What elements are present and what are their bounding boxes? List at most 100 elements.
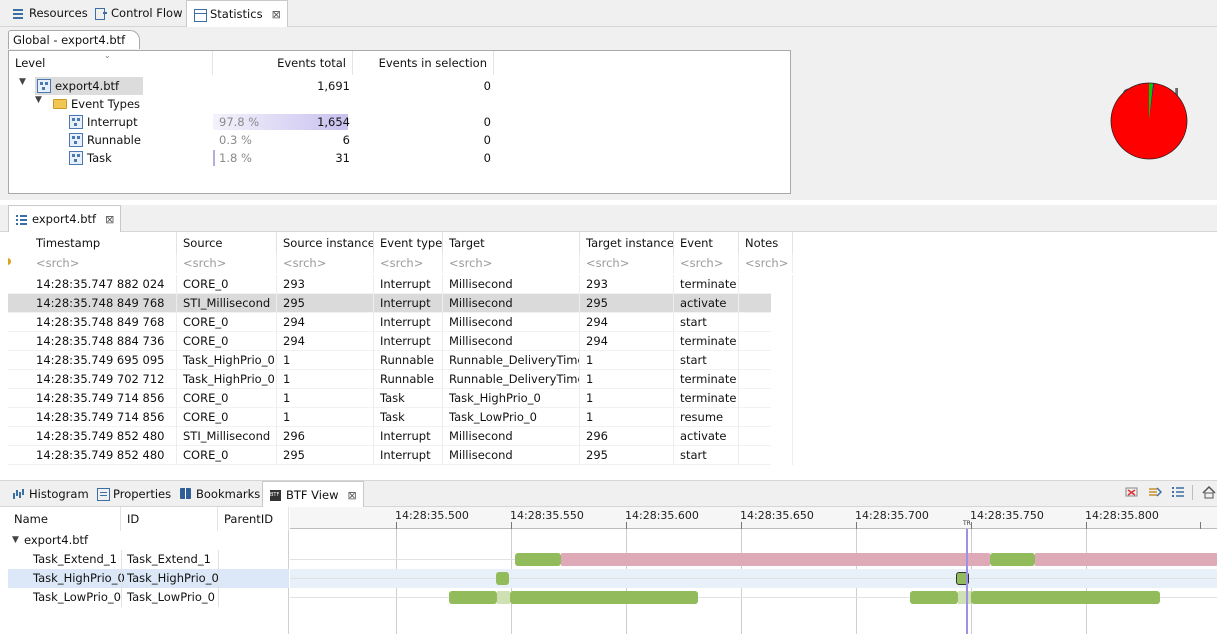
column-header-event-type[interactable]: Event type [374, 232, 443, 254]
table-cell-target: Task_HighPrio_0 [443, 389, 580, 408]
column-header-notes[interactable]: Notes [739, 232, 793, 254]
btf-entity-row[interactable]: Task_HighPrio_0 Task_HighPrio_0 [8, 569, 289, 588]
tab-events-table[interactable]: export4.btf ⊠ [8, 205, 122, 232]
stats-row-interrupt[interactable]: Interrupt 97.8 % 1,654 0 [9, 113, 790, 131]
column-header-events-total[interactable]: Events total [213, 51, 353, 75]
task-running-segment[interactable] [515, 553, 561, 566]
table-row[interactable]: 14:28:35.749 714 856 CORE_0 1 Task Task_High… [8, 389, 793, 408]
task-running-segment[interactable] [958, 591, 971, 604]
table-row[interactable]: 14:28:35.748 849 768 STI_Millisecond 295 In… [8, 294, 793, 313]
stats-row-task[interactable]: Task 1.8 % 31 0 [9, 149, 790, 167]
table-cell-target: Millisecond [443, 332, 580, 351]
table-cell-timestamp: 14:28:35.749 852 480 [30, 427, 177, 446]
column-header-name[interactable]: Name [8, 507, 121, 531]
tab-control-flow[interactable]: Control Flow [88, 0, 188, 26]
column-header-target[interactable]: Target [443, 232, 580, 254]
tab-btf-view[interactable]: BTF View ⊠ [262, 481, 364, 508]
table-cell-source-instance: 294 [277, 313, 374, 332]
close-icon[interactable]: ⊠ [347, 489, 356, 502]
table-cell-source: Task_HighPrio_0 [177, 351, 277, 370]
task-running-segment[interactable] [990, 553, 1035, 566]
search-filter-event-type[interactable]: <srch> [374, 254, 443, 273]
task-ready-segment[interactable] [1035, 553, 1217, 566]
table-cell-target: Millisecond [443, 446, 580, 465]
table-row[interactable]: 14:28:35.749 702 712 Task_HighPrio_0 1 Runn… [8, 370, 793, 389]
time-cursor-label: TR [963, 520, 971, 527]
task-running-segment[interactable] [497, 591, 510, 604]
time-tick-label: 14:28:35.600 [625, 509, 699, 522]
search-filter-source[interactable]: <srch> [177, 254, 277, 273]
table-row[interactable]: 14:28:35.749 852 480 STI_Millisecond 296 In… [8, 427, 793, 446]
stats-row-trace[interactable]: ▼ export4.btf 1,691 0 [9, 77, 790, 95]
search-filter-timestamp[interactable]: <srch> [30, 254, 177, 273]
lane-baseline [290, 578, 1217, 579]
stats-row-runnable[interactable]: Runnable 0.3 % 6 0 [9, 131, 790, 149]
column-header-source-instance[interactable]: Source instance [277, 232, 374, 254]
search-filter-notes[interactable]: <srch> [739, 254, 793, 273]
stats-row-selection: 0 [483, 115, 491, 129]
stats-row-event-types[interactable]: ▼ Event Types [9, 95, 790, 113]
tab-control-flow-label: Control Flow [111, 6, 183, 20]
btf-entity-row[interactable]: Task_Extend_1 Task_Extend_1 [8, 550, 289, 569]
table-row[interactable]: 14:28:35.748 884 736 CORE_0 294 Interrupt Mi… [8, 332, 793, 351]
time-cursor[interactable] [966, 529, 968, 634]
task-running-segment[interactable] [971, 591, 1160, 604]
table-row[interactable]: 14:28:35.749 852 480 CORE_0 295 Interrupt Mi… [8, 446, 793, 465]
tab-statistics[interactable]: Statistics ⊠ [186, 0, 288, 27]
time-ruler[interactable]: 14:28:35.500 14:28:35.550 14:28:35.600 14:2… [290, 507, 1217, 529]
table-cell-notes [739, 370, 793, 389]
column-header-target-instance[interactable]: Target instance [580, 232, 674, 254]
btf-entity-row[interactable]: Task_LowPrio_0 Task_LowPrio_0 [8, 588, 289, 607]
column-header-level[interactable]: Level ⌄ [9, 51, 213, 75]
search-filter-target[interactable]: <srch> [443, 254, 580, 273]
table-cell-event-type: Interrupt [374, 446, 443, 465]
tab-bookmarks[interactable]: Bookmarks [173, 481, 266, 506]
column-header-parent-id[interactable]: ParentID [218, 507, 289, 531]
bookmarks-icon [179, 487, 192, 500]
search-filter-target-instance[interactable]: <srch> [580, 254, 674, 273]
table-cell-target: Runnable_DeliveryTime [443, 370, 580, 389]
task-running-segment[interactable] [496, 572, 509, 585]
expand-chevron-icon[interactable]: ▼ [19, 77, 26, 87]
list-view-icon[interactable] [1171, 486, 1185, 499]
table-cell-notes [739, 427, 793, 446]
table-row[interactable]: 14:28:35.748 849 768 CORE_0 294 Interrupt Mi… [8, 313, 793, 332]
search-filter-source-instance[interactable]: <srch> [277, 254, 374, 273]
tab-btf-view-label: BTF View [286, 488, 339, 502]
column-header-event[interactable]: Event [674, 232, 739, 254]
table-cell-timestamp: 14:28:35.749 714 856 [30, 408, 177, 427]
home-icon[interactable] [1202, 485, 1216, 499]
table-cell-event: start [674, 351, 739, 370]
column-header-timestamp[interactable]: Timestamp [30, 232, 177, 254]
btf-entity-id: Task_HighPrio_0 [127, 571, 219, 585]
statistics-subtab-global[interactable]: Global - export4.btf [8, 30, 141, 49]
table-cell-notes [739, 332, 793, 351]
expand-chevron-icon[interactable]: ▼ [35, 95, 42, 105]
task-running-segment[interactable] [449, 591, 497, 604]
btf-root-row[interactable]: ▼ export4.btf [8, 531, 289, 550]
task-ready-segment[interactable] [561, 553, 990, 566]
column-header-events-total-label: Events total [277, 56, 346, 70]
task-running-segment[interactable] [910, 591, 958, 604]
table-cell-event-type: Runnable [374, 370, 443, 389]
remove-marker-icon[interactable] [1125, 486, 1139, 499]
follow-cursor-icon[interactable] [1148, 486, 1163, 499]
tab-properties[interactable]: Properties [90, 481, 177, 506]
column-header-source[interactable]: Source [177, 232, 277, 254]
search-filter-event[interactable]: <srch> [674, 254, 739, 273]
task-running-segment[interactable] [510, 591, 698, 604]
tab-resources[interactable]: Resources [6, 0, 94, 26]
table-cell-target-instance: 1 [580, 408, 674, 427]
pin-icon [8, 258, 14, 270]
table-row[interactable]: 14:28:35.749 695 095 Task_HighPrio_0 1 Runn… [8, 351, 793, 370]
table-row[interactable]: 14:28:35.747 882 024 CORE_0 293 Interrupt Mi… [8, 275, 793, 294]
column-header-events-in-selection[interactable]: Events in selection [353, 51, 494, 75]
close-icon[interactable]: ⊠ [105, 213, 114, 226]
close-icon[interactable]: ⊠ [272, 8, 281, 21]
table-row[interactable]: 14:28:35.749 714 856 CORE_0 1 Task Task_LowP… [8, 408, 793, 427]
btf-timeline[interactable]: 14:28:35.500 14:28:35.550 14:28:35.600 14:2… [290, 507, 1217, 634]
column-header-id[interactable]: ID [121, 507, 218, 531]
stats-row-selection: 0 [483, 79, 491, 93]
tab-histogram[interactable]: Histogram [6, 481, 95, 506]
expand-chevron-icon[interactable]: ▼ [12, 531, 19, 550]
